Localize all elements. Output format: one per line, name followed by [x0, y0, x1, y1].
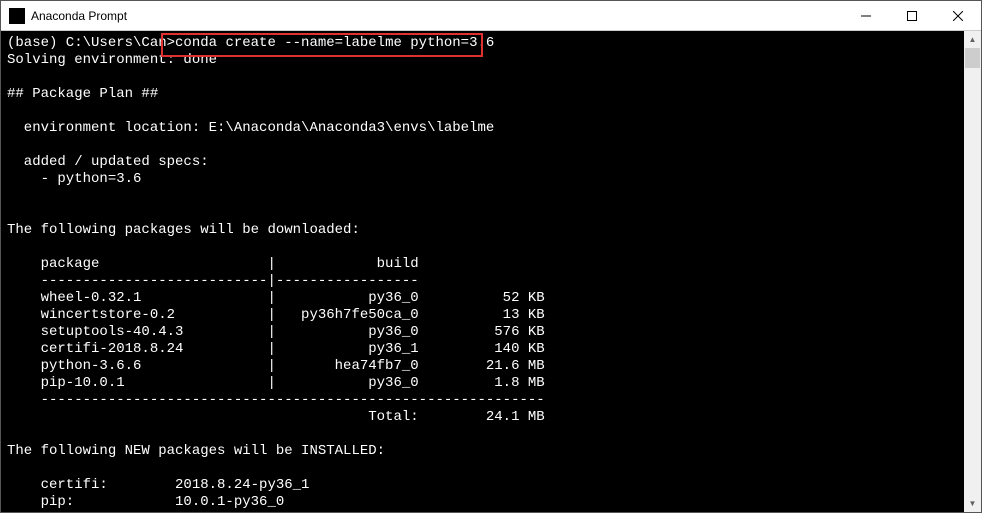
output-line: Solving environment: done	[7, 52, 217, 68]
table-divider: ---------------------------|------------…	[7, 273, 419, 289]
terminal-area: (base) C:\Users\Can>conda create --name=…	[1, 31, 981, 512]
minimize-button[interactable]	[843, 1, 889, 30]
prompt-text: (base) C:\Users\Can>	[7, 35, 175, 51]
table-row: certifi-2018.8.24 | py36_1 140 KB	[7, 341, 545, 357]
table-row: pip-10.0.1 | py36_0 1.8 MB	[7, 375, 545, 391]
table-divider: ----------------------------------------…	[7, 392, 545, 408]
scroll-up-arrow[interactable]: ▲	[964, 31, 981, 48]
table-row: python-3.6.6 | hea74fb7_0 21.6 MB	[7, 358, 545, 374]
close-button[interactable]	[935, 1, 981, 30]
total-line: Total: 24.1 MB	[7, 409, 545, 425]
table-row: setuptools-40.4.3 | py36_0 576 KB	[7, 324, 545, 340]
install-row: certifi: 2018.8.24-py36_1	[7, 477, 309, 493]
install-row: python: 3.6.6-hea74fb7_0	[7, 511, 309, 512]
vertical-scrollbar[interactable]: ▲ ▼	[964, 31, 981, 512]
scroll-down-arrow[interactable]: ▼	[964, 495, 981, 512]
output-line: ## Package Plan ##	[7, 86, 158, 102]
app-icon	[9, 8, 25, 24]
window-controls	[843, 1, 981, 30]
table-row: wheel-0.32.1 | py36_0 52 KB	[7, 290, 545, 306]
maximize-button[interactable]	[889, 1, 935, 30]
output-line: The following NEW packages will be INSTA…	[7, 443, 385, 459]
scroll-thumb[interactable]	[965, 48, 980, 68]
install-row: pip: 10.0.1-py36_0	[7, 494, 284, 510]
entered-command: conda create --name=labelme python=3.6	[175, 35, 494, 51]
output-line: - python=3.6	[7, 171, 141, 187]
table-header: package | build	[7, 256, 419, 272]
table-row: wincertstore-0.2 | py36h7fe50ca_0 13 KB	[7, 307, 545, 323]
window-title: Anaconda Prompt	[31, 9, 843, 23]
scroll-track[interactable]	[964, 48, 981, 495]
terminal-output[interactable]: (base) C:\Users\Can>conda create --name=…	[1, 31, 964, 512]
output-line: environment location: E:\Anaconda\Anacon…	[7, 120, 494, 136]
output-line: The following packages will be downloade…	[7, 222, 360, 238]
output-line: added / updated specs:	[7, 154, 209, 170]
titlebar: Anaconda Prompt	[1, 1, 981, 31]
